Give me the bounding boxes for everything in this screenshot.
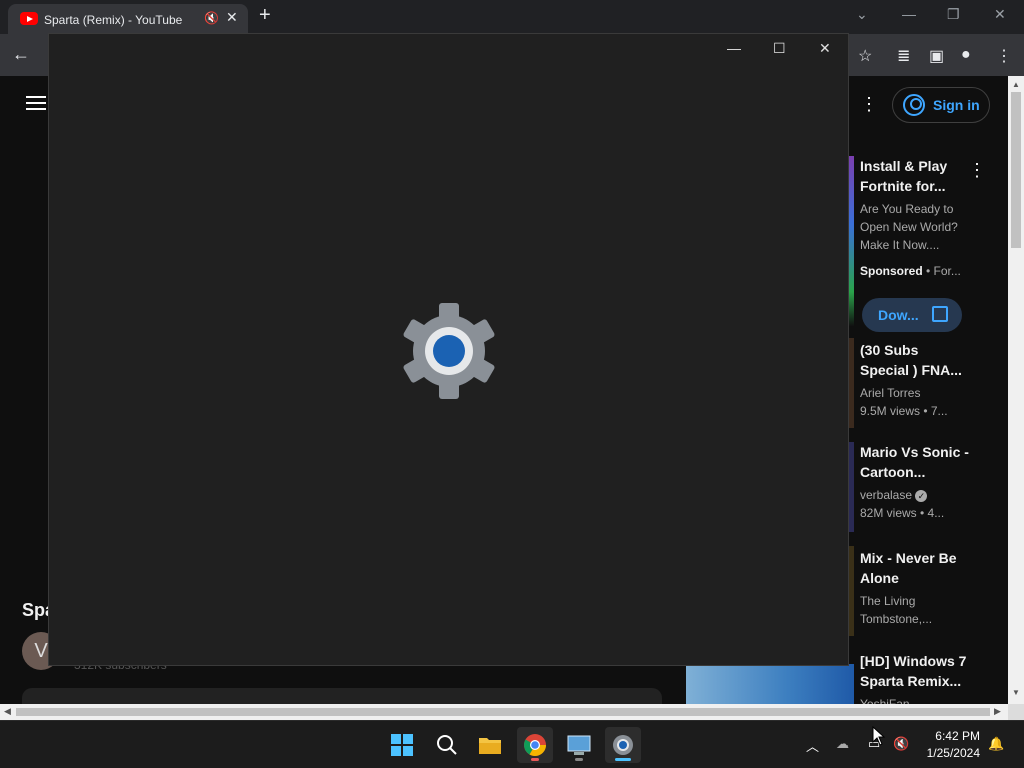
scrollbar-thumb[interactable] xyxy=(16,708,990,716)
external-link-icon xyxy=(932,306,948,322)
video-title: (30 Subs Special ) FNA... xyxy=(860,342,962,378)
restore-button[interactable]: ❐ xyxy=(947,6,960,23)
minimize-button[interactable]: — xyxy=(902,6,916,22)
video-title: Install & Play Fortnite for... xyxy=(860,158,948,194)
clock-date[interactable]: 1/25/2024 xyxy=(918,746,980,760)
sidepanel-icon[interactable]: ▣ xyxy=(929,46,944,66)
mouse-cursor-icon xyxy=(872,726,886,746)
download-label: Dow... xyxy=(878,307,919,323)
download-button[interactable]: Dow... xyxy=(862,298,962,332)
ad-description: Are You Ready to Open New World? Make It… xyxy=(860,202,958,252)
search-icon[interactable] xyxy=(429,727,465,763)
recommended-item[interactable]: [HD] Windows 7 Sparta Remix... YoshiFan.… xyxy=(860,651,970,704)
video-stats: 82M views • 4... xyxy=(860,506,945,520)
speaker-muted-icon[interactable]: 🔇 xyxy=(204,11,219,25)
close-window-button[interactable]: ✕ xyxy=(994,6,1006,23)
active-indicator xyxy=(615,758,631,761)
folder-icon xyxy=(479,738,501,754)
media-icon[interactable]: ≣ xyxy=(897,46,910,66)
sponsored-label: Sponsored xyxy=(860,264,923,278)
more-icon[interactable]: ⋮ xyxy=(996,46,1012,66)
horizontal-scrollbar[interactable]: ◀ ▶ xyxy=(0,704,1008,720)
scroll-right-icon[interactable]: ▶ xyxy=(994,706,1001,717)
magnifier-icon xyxy=(437,735,457,755)
file-explorer-icon[interactable] xyxy=(472,727,508,763)
back-arrow-icon[interactable]: ← xyxy=(12,44,30,65)
sponsor-name: • For... xyxy=(922,264,961,278)
account-icon xyxy=(903,94,925,116)
channel-name: verbalase xyxy=(860,488,913,502)
youtube-favicon-icon xyxy=(20,12,38,25)
channel-name: The Living Tombstone,... xyxy=(860,594,933,626)
settings-window: — ☐ ✕ xyxy=(48,33,849,666)
tab-search-icon[interactable]: ⌄ xyxy=(856,6,868,23)
close-button[interactable]: ✕ xyxy=(819,40,831,57)
scroll-left-icon[interactable]: ◀ xyxy=(4,706,11,717)
chrome-icon[interactable] xyxy=(517,727,553,763)
recommended-item[interactable]: (30 Subs Special ) FNA... Ariel Torres 9… xyxy=(860,340,970,420)
video-title: Mario Vs Sonic - Cartoon... xyxy=(860,444,969,480)
recommended-item[interactable]: Install & Play Fortnite for... Are You R… xyxy=(860,156,970,280)
scrollbar-corner xyxy=(1008,704,1024,720)
browser-tab-strip: Sparta (Remix) - YouTube 🔇 ✕ + ⌄ — ❐ ✕ xyxy=(0,0,1024,34)
running-indicator xyxy=(575,758,583,761)
recommended-item[interactable]: Mario Vs Sonic - Cartoon... verbalase ✓ … xyxy=(860,442,970,522)
channel-name: Ariel Torres xyxy=(860,386,921,400)
sign-in-label: Sign in xyxy=(933,97,980,113)
description-box[interactable] xyxy=(22,688,662,704)
browser-tab[interactable]: Sparta (Remix) - YouTube 🔇 ✕ xyxy=(8,4,248,34)
scroll-down-icon[interactable]: ▼ xyxy=(1012,688,1020,697)
menu-icon[interactable] xyxy=(26,96,46,114)
video-thumbnail[interactable] xyxy=(686,664,854,704)
tab-close-icon[interactable]: ✕ xyxy=(226,9,238,26)
settings-gear-icon xyxy=(403,303,495,399)
vertical-scrollbar[interactable]: ▲ ▼ xyxy=(1008,76,1024,704)
tab-title: Sparta (Remix) - YouTube xyxy=(44,13,183,27)
minimize-button[interactable]: — xyxy=(727,40,741,56)
profile-icon[interactable]: ● xyxy=(961,46,971,64)
recommended-item[interactable]: Mix - Never Be Alone The Living Tombston… xyxy=(860,548,970,628)
video-title: Mix - Never Be Alone xyxy=(860,550,957,586)
onedrive-icon[interactable]: ☁ xyxy=(836,736,849,752)
clock-time[interactable]: 6:42 PM xyxy=(930,729,980,743)
chevron-up-icon[interactable]: ︿ xyxy=(806,736,819,755)
taskbar: ︿ ☁ ▭ 🔇 6:42 PM 1/25/2024 🔔 xyxy=(0,720,1024,768)
remote-desktop-icon[interactable] xyxy=(561,727,597,763)
settings-icon[interactable] xyxy=(605,727,641,763)
video-stats: 9.5M views • 7... xyxy=(860,404,948,418)
sign-in-button[interactable]: Sign in xyxy=(892,87,990,123)
scroll-up-icon[interactable]: ▲ xyxy=(1012,80,1020,89)
running-indicator xyxy=(531,758,539,761)
verified-icon: ✓ xyxy=(915,490,928,502)
windows-start-icon[interactable] xyxy=(384,727,420,763)
more-options-icon[interactable]: ⋮ xyxy=(860,94,878,115)
video-more-icon[interactable]: ⋮ xyxy=(968,160,986,181)
star-icon[interactable]: ☆ xyxy=(858,46,872,66)
video-title: [HD] Windows 7 Sparta Remix... xyxy=(860,653,967,689)
notification-bell-icon[interactable]: 🔔 xyxy=(988,736,1004,752)
channel-name: YoshiFan... xyxy=(860,697,920,704)
new-tab-button[interactable]: + xyxy=(259,5,271,25)
volume-muted-icon[interactable]: 🔇 xyxy=(893,736,909,752)
windows-logo-icon xyxy=(391,734,413,756)
maximize-button[interactable]: ☐ xyxy=(773,40,786,57)
scrollbar-thumb[interactable] xyxy=(1011,92,1021,248)
